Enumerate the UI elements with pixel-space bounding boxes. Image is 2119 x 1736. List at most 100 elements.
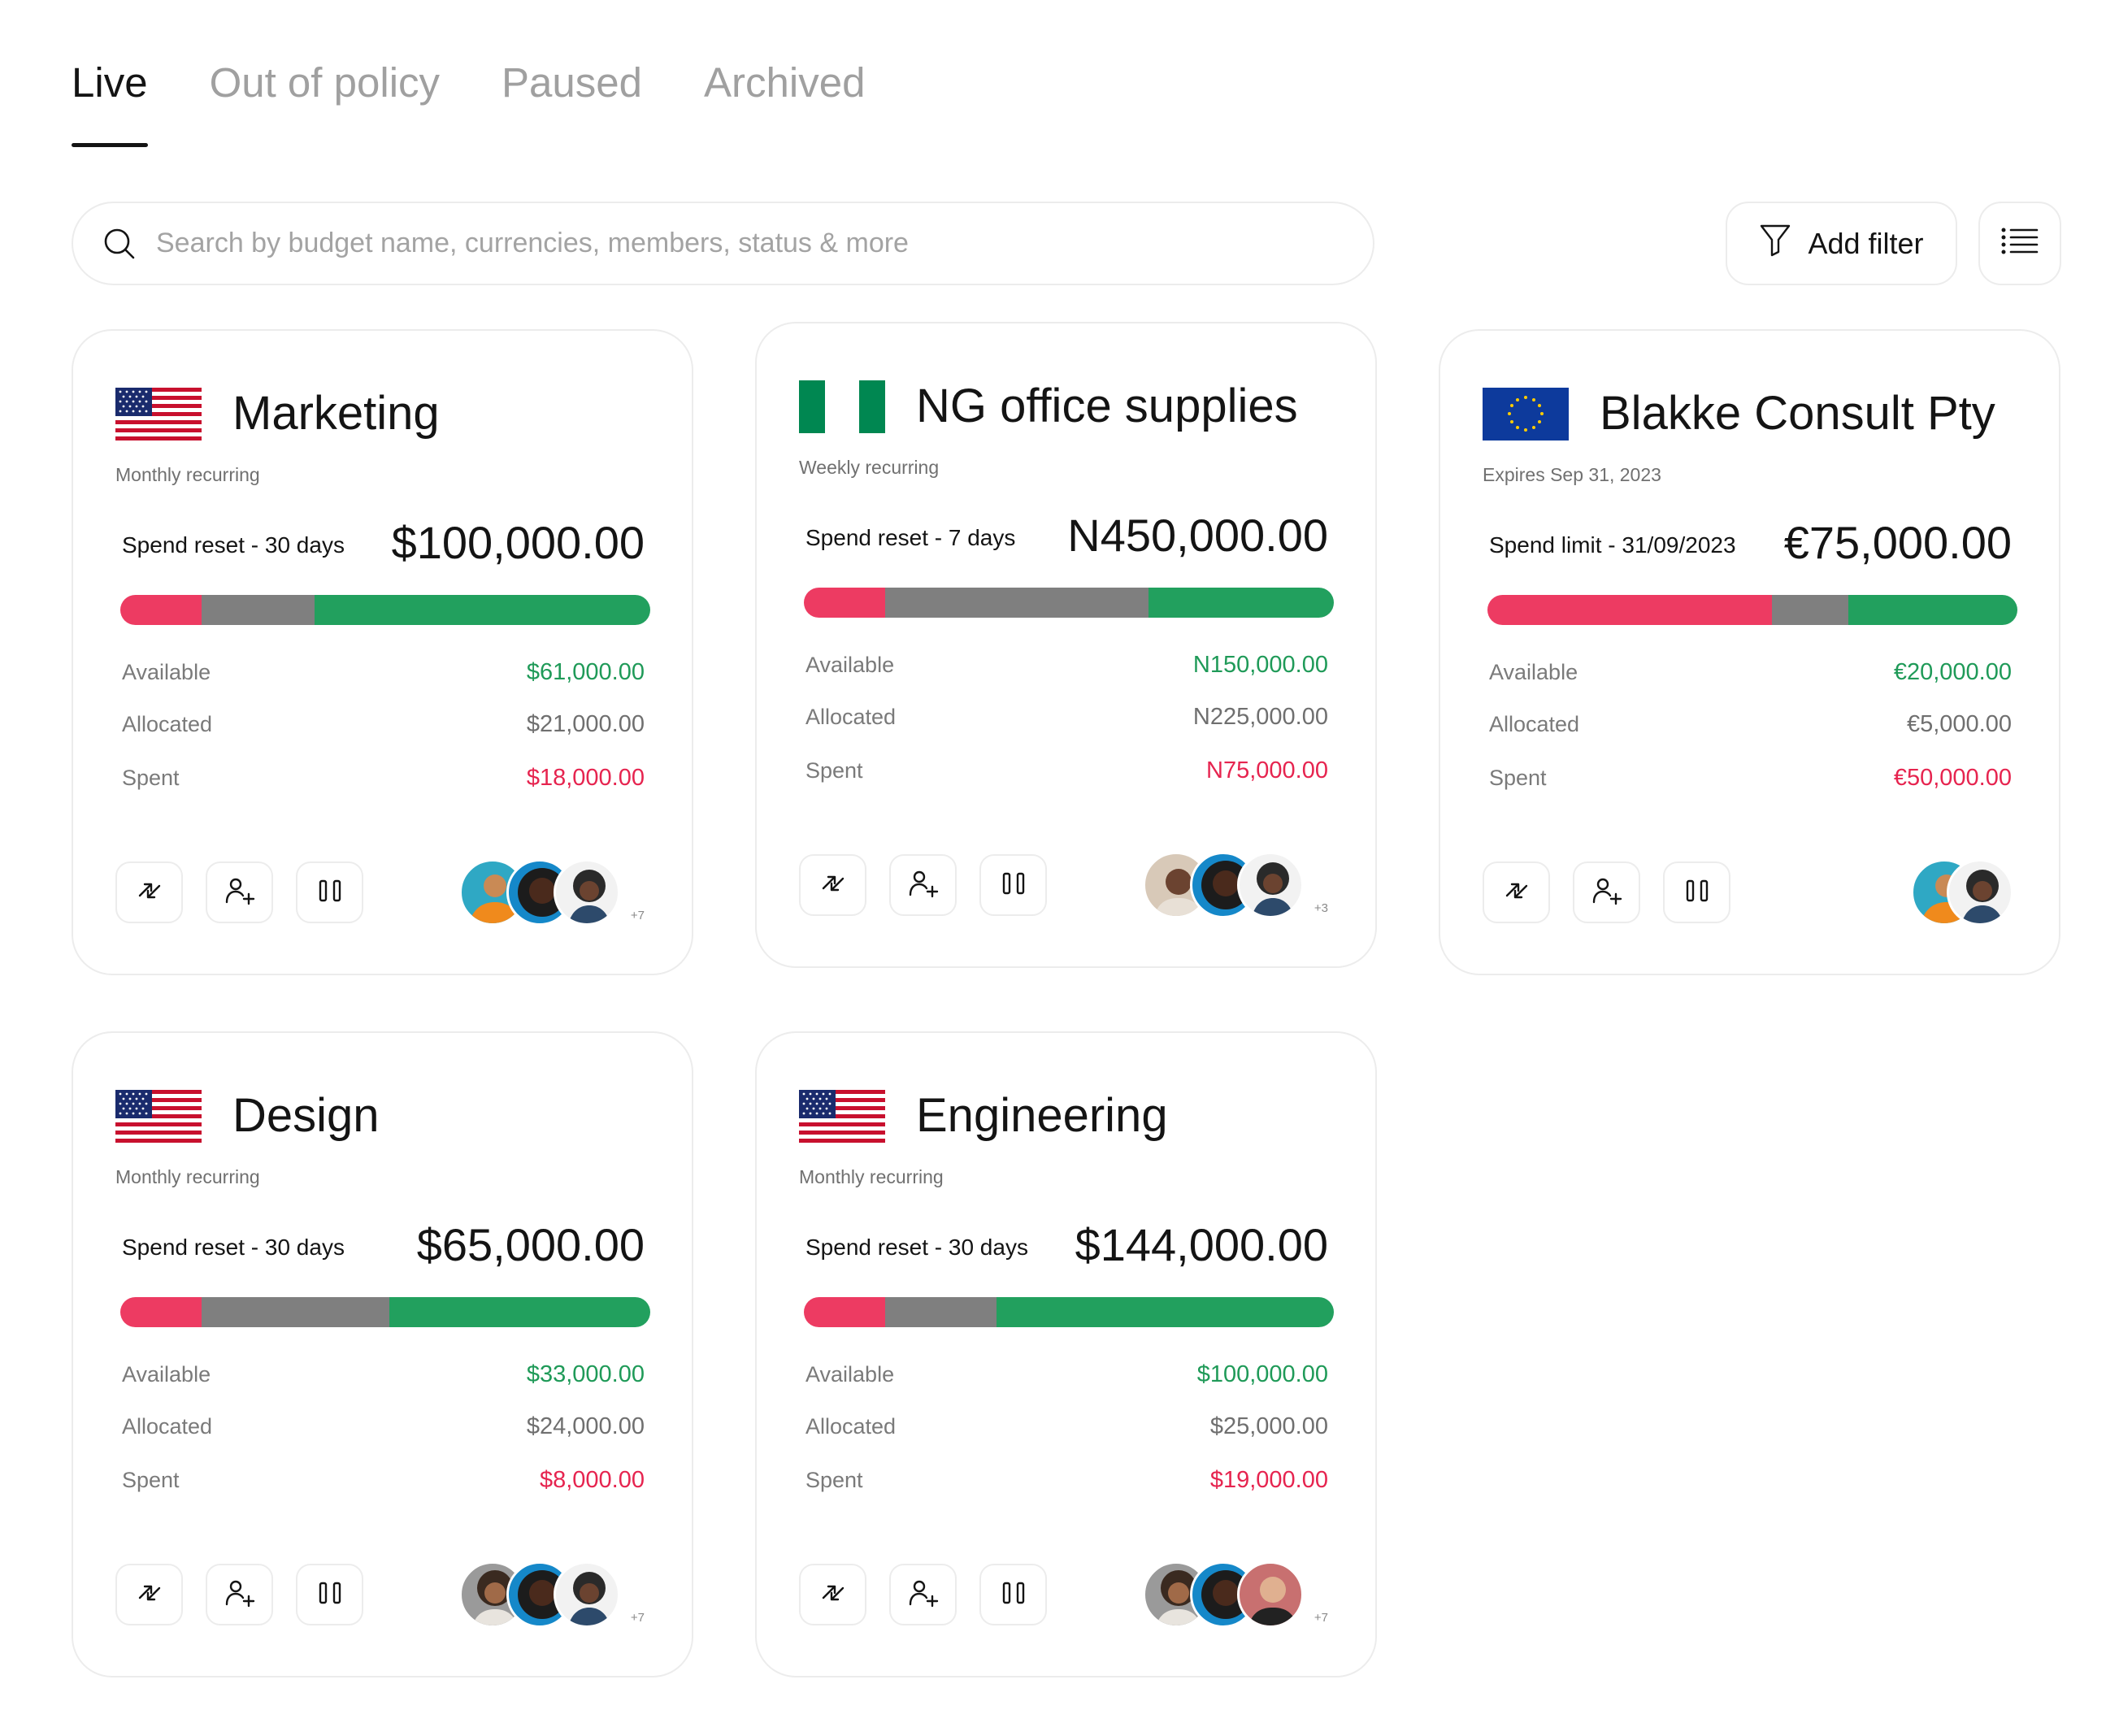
card-actions (115, 861, 363, 923)
pause-button[interactable] (979, 854, 1047, 916)
member-avatars[interactable]: +7 (459, 1561, 646, 1630)
spend-reset-label: Spend reset - 30 days (122, 532, 345, 558)
available-value: $100,000.00 (1196, 1361, 1328, 1387)
us-flag-icon (799, 1090, 885, 1143)
allocated-row: Allocated $25,000.00 (805, 1413, 1328, 1440)
us-flag-icon (115, 1090, 202, 1143)
add-filter-button[interactable]: Add filter (1726, 202, 1957, 285)
allocated-segment (885, 1297, 997, 1327)
available-label: Available (805, 1362, 895, 1387)
budget-title: Engineering (916, 1089, 1168, 1142)
allocated-label: Allocated (805, 705, 897, 729)
allocated-row: Allocated $24,000.00 (122, 1413, 645, 1440)
avatar (1237, 852, 1304, 918)
spent-segment (804, 1297, 886, 1327)
spent-label: Spent (1489, 766, 1547, 790)
available-segment (1149, 588, 1334, 618)
tab-out-of-policy[interactable]: Out of policy (210, 59, 440, 147)
add-member-button[interactable] (206, 861, 273, 923)
avatar (1947, 859, 2013, 926)
spent-row: Spent $18,000.00 (122, 765, 645, 792)
available-label: Available (1489, 660, 1578, 684)
eu-flag-icon (1483, 388, 1569, 441)
recurrence-button[interactable] (799, 854, 866, 916)
members-more-count: +3 (1312, 901, 1330, 915)
filter-icon (1759, 223, 1791, 264)
spent-label: Spent (122, 766, 180, 790)
pause-icon (314, 1577, 346, 1613)
us-flag-icon (115, 388, 202, 441)
pause-button[interactable] (296, 1564, 363, 1625)
budget-amount: N450,000.00 (1067, 510, 1328, 561)
add-user-icon (1591, 875, 1623, 911)
pause-icon (1681, 875, 1713, 911)
budget-card-blakke-consult[interactable]: Blakke Consult Pty Expires Sep 31, 2023 … (1439, 329, 2060, 975)
budget-card-engineering[interactable]: Engineering Monthly recurring Spend rese… (755, 1031, 1377, 1677)
card-actions (799, 854, 1047, 916)
recurrence-button[interactable] (115, 861, 183, 923)
available-row: Available €20,000.00 (1489, 659, 2012, 686)
add-member-button[interactable] (1573, 861, 1640, 923)
allocated-segment (1772, 595, 1848, 625)
member-avatars[interactable] (1826, 859, 2013, 927)
allocated-segment (885, 588, 1149, 618)
members-more-count: +7 (628, 909, 646, 922)
recurrence-button[interactable] (115, 1564, 183, 1625)
available-row: Available N150,000.00 (805, 652, 1328, 679)
budget-subtitle: Expires Sep 31, 2023 (1483, 464, 1661, 485)
pause-button[interactable] (296, 861, 363, 923)
members-more-count: +7 (628, 1611, 646, 1625)
member-avatars[interactable]: +7 (459, 859, 646, 927)
member-avatars[interactable]: +7 (1143, 1561, 1330, 1630)
available-value: N150,000.00 (1192, 652, 1328, 678)
available-value: $33,000.00 (526, 1361, 645, 1387)
budget-card-ng-office-supplies[interactable]: NG office supplies Weekly recurring Spen… (755, 322, 1377, 968)
tab-paused[interactable]: Paused (502, 59, 642, 147)
allocated-value: $24,000.00 (526, 1413, 645, 1439)
add-member-button[interactable] (889, 854, 957, 916)
allocated-label: Allocated (1489, 712, 1580, 736)
avatar (554, 1561, 620, 1628)
budget-subtitle: Monthly recurring (115, 1166, 260, 1187)
add-user-icon (224, 875, 256, 911)
budget-subtitle: Weekly recurring (799, 457, 940, 478)
spent-value: €50,000.00 (1893, 765, 2012, 791)
allocated-row: Allocated N225,000.00 (805, 704, 1328, 731)
budget-title: NG office supplies (916, 380, 1298, 432)
available-label: Available (122, 660, 211, 684)
available-segment (315, 595, 650, 625)
pause-button[interactable] (1663, 861, 1730, 923)
available-segment (997, 1297, 1334, 1327)
available-label: Available (122, 1362, 211, 1387)
tab-archived[interactable]: Archived (704, 59, 865, 147)
budget-amount: $65,000.00 (416, 1219, 645, 1270)
tab-bar: Live Out of policy Paused Archived (72, 59, 865, 147)
add-member-button[interactable] (206, 1564, 273, 1625)
ng-flag-icon (799, 380, 885, 433)
member-avatars[interactable]: +3 (1143, 852, 1330, 920)
search-input[interactable] (156, 228, 1294, 259)
spent-segment (1487, 595, 1773, 625)
list-view-button[interactable] (1978, 202, 2061, 285)
recurrence-icon (817, 1577, 849, 1613)
allocated-segment (202, 1297, 390, 1327)
search-icon (102, 227, 137, 261)
pause-icon (997, 1577, 1030, 1613)
budget-title: Blakke Consult Pty (1600, 387, 1995, 440)
budget-card-marketing[interactable]: Marketing Monthly recurring Spend reset … (72, 329, 693, 975)
add-user-icon (907, 867, 940, 904)
budget-card-design[interactable]: Design Monthly recurring Spend reset - 3… (72, 1031, 693, 1677)
recurrence-button[interactable] (799, 1564, 866, 1625)
search-bar[interactable] (72, 202, 1374, 285)
recurrence-icon (133, 1577, 166, 1613)
card-actions (115, 1564, 363, 1625)
tab-live[interactable]: Live (72, 59, 148, 147)
pause-button[interactable] (979, 1564, 1047, 1625)
spend-reset-label: Spend reset - 7 days (805, 525, 1016, 550)
add-member-button[interactable] (889, 1564, 957, 1625)
budget-subtitle: Monthly recurring (115, 464, 260, 485)
spent-label: Spent (805, 758, 863, 783)
spent-row: Spent N75,000.00 (805, 757, 1328, 784)
allocated-row: Allocated $21,000.00 (122, 711, 645, 738)
recurrence-button[interactable] (1483, 861, 1550, 923)
